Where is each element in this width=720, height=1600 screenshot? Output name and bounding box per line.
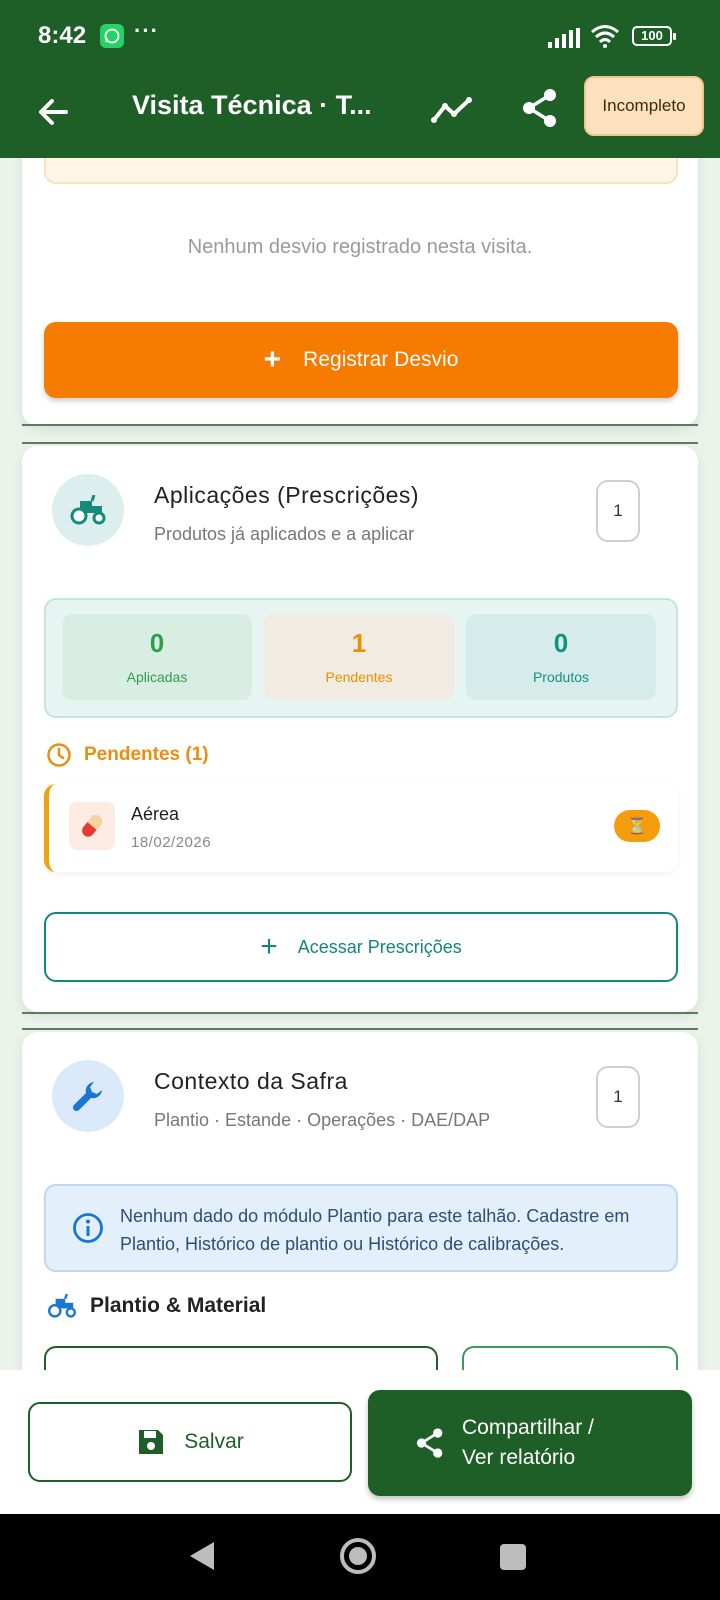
- stat-label: Aplicadas: [126, 669, 188, 685]
- share-label-line1: Compartilhar /: [462, 1416, 594, 1439]
- divider: [22, 1028, 698, 1030]
- register-deviation-label: Registrar Desvio: [303, 348, 459, 371]
- notification-more-icon: ···: [134, 18, 159, 43]
- applications-stats: 0 Aplicadas 1 Pendentes 0 Produtos: [44, 598, 678, 718]
- clock-icon: [47, 743, 71, 767]
- whatsapp-icon: [100, 24, 124, 48]
- share-icon[interactable]: [520, 86, 560, 135]
- status-time: 8:42: [38, 22, 87, 49]
- divider: [22, 442, 698, 444]
- contexto-count: 1: [596, 1066, 640, 1128]
- aplicacoes-subtitle: Produtos já aplicados e a aplicar: [154, 524, 415, 544]
- stat-aplicadas: 0 Aplicadas: [62, 614, 252, 700]
- floppy-disk-icon: [139, 1430, 164, 1454]
- share-report-button[interactable]: Compartilhar / Ver relatório: [368, 1390, 692, 1496]
- stat-value: 1: [351, 628, 367, 658]
- page-title: Visita Técnica · T...: [132, 90, 372, 120]
- desvios-empty-text: Nenhum desvio registrado nesta visita.: [187, 236, 533, 258]
- register-deviation-button[interactable]: + Registrar Desvio: [44, 322, 678, 398]
- save-label: Salvar: [184, 1430, 244, 1453]
- plantio-heading-label: Plantio & Material: [90, 1294, 267, 1317]
- info-text: Nenhum dado do módulo Plantio para este …: [120, 1206, 630, 1254]
- divider: [22, 1012, 698, 1014]
- app-bar: Visita Técnica · T... Incompleto: [0, 72, 720, 158]
- pending-heading: Pendentes (1): [46, 742, 209, 768]
- back-arrow-icon[interactable]: [34, 92, 74, 132]
- stat-produtos: 0 Produtos: [466, 614, 656, 700]
- bottom-action-bar: Salvar Compartilhar / Ver relatório: [0, 1370, 720, 1514]
- stat-value: 0: [553, 628, 569, 658]
- pill-icon: [69, 802, 115, 850]
- tractor-icon: [48, 1294, 76, 1318]
- stat-label: Produtos: [532, 669, 590, 685]
- stat-label: Pendentes: [325, 669, 393, 685]
- aplicacoes-card: Aplicações (Prescrições) Produtos já apl…: [22, 446, 698, 1012]
- plantio-heading: Plantio & Material: [46, 1294, 266, 1318]
- desvios-card: Nenhum desvio registrado nesta visita. +…: [22, 140, 698, 426]
- contexto-title: Contexto da Safra: [154, 1068, 348, 1094]
- access-prescriptions-label: Acessar Prescrições: [297, 936, 462, 957]
- trend-line-icon[interactable]: [430, 92, 474, 133]
- info-box: Nenhum dado do módulo Plantio para este …: [44, 1184, 678, 1272]
- plus-icon: +: [260, 930, 278, 963]
- plus-icon: +: [263, 343, 282, 376]
- nav-back-icon[interactable]: [188, 1540, 216, 1572]
- pending-item-name: Aérea: [131, 804, 180, 824]
- status-badge[interactable]: Incompleto: [584, 76, 704, 136]
- stat-pendentes: 1 Pendentes: [264, 614, 454, 700]
- save-button[interactable]: Salvar: [28, 1402, 352, 1482]
- hourglass-icon: ⏳: [614, 810, 660, 842]
- access-prescriptions-button[interactable]: + Acessar Prescrições: [44, 912, 678, 982]
- divider: [22, 424, 698, 426]
- nav-recents-icon[interactable]: [500, 1544, 526, 1570]
- tractor-icon: [52, 474, 124, 546]
- info-icon: [72, 1212, 104, 1249]
- signal-icon: [548, 28, 580, 48]
- stat-value: 0: [149, 628, 165, 658]
- aplicacoes-count: 1: [596, 480, 640, 542]
- aplicacoes-title: Aplicações (Prescrições): [154, 482, 420, 508]
- share-icon: [416, 1428, 443, 1458]
- wrench-icon: [52, 1060, 124, 1132]
- top-bar: 8:42 ··· 100 Visita Técnica · T... Incom: [0, 0, 720, 158]
- pending-item-date: 18/02/2026: [131, 834, 212, 851]
- status-bar: 8:42 ··· 100: [0, 0, 720, 72]
- nav-home-icon[interactable]: [338, 1536, 378, 1576]
- share-label-line2: Ver relatório: [462, 1446, 576, 1469]
- battery-icon: 100: [632, 26, 676, 46]
- contexto-subtitle: Plantio · Estande · Operações · DAE/DAP: [154, 1110, 491, 1130]
- wifi-icon: [591, 25, 619, 48]
- share-report-label: Compartilhar / Ver relatório: [462, 1413, 594, 1473]
- list-item[interactable]: Aérea 18/02/2026 ⏳: [44, 784, 678, 872]
- pending-heading-label: Pendentes (1): [84, 744, 209, 765]
- contexto-card: Contexto da Safra Plantio · Estande · Op…: [22, 1032, 698, 1386]
- system-nav-bar: [0, 1514, 720, 1600]
